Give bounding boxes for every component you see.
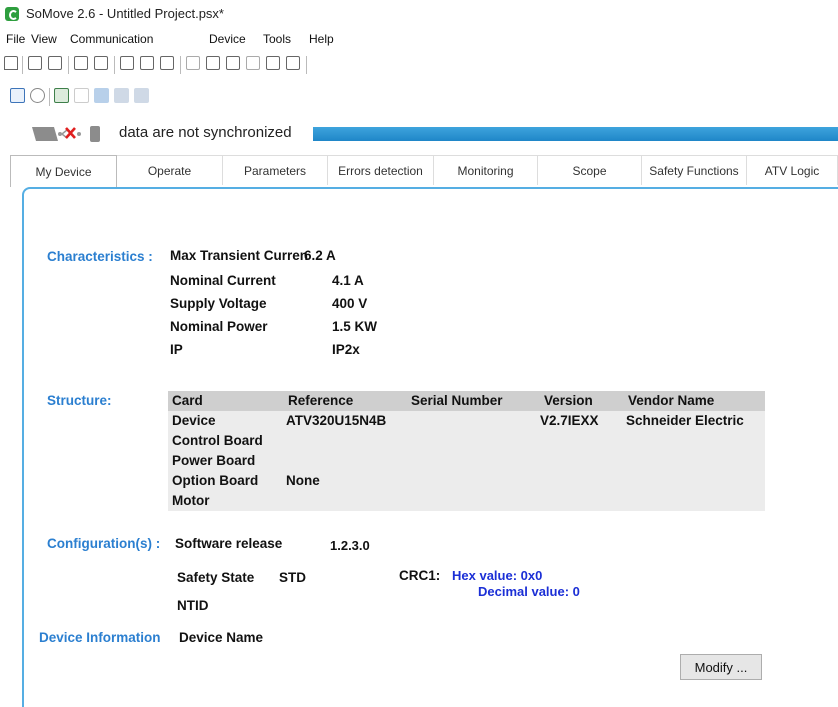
char-value: 6.2 A xyxy=(304,248,336,263)
char-value: 1.5 KW xyxy=(332,319,378,334)
table-cell: Control Board xyxy=(172,433,263,448)
modify-button[interactable]: Modify ... xyxy=(680,654,762,680)
page-setup-icon[interactable] xyxy=(140,56,154,70)
crc1-hex-value: Hex value: 0x0 xyxy=(452,568,543,583)
window-title: SoMove 2.6 - Untitled Project.psx* xyxy=(26,6,224,21)
tab-strip: My Device Operate Parameters Errors dete… xyxy=(10,155,838,187)
table-cell: Option Board xyxy=(172,473,259,488)
tab-parameters[interactable]: Parameters xyxy=(223,155,328,185)
char-name: Max Transient Curren xyxy=(170,248,309,263)
menu-help[interactable]: Help xyxy=(309,32,334,46)
up-arrow-icon[interactable] xyxy=(94,88,109,103)
column-header: Reference xyxy=(288,393,354,408)
toolbar-separator xyxy=(68,56,69,74)
configuration-label: Configuration(s) : xyxy=(47,536,161,551)
save-as-icon[interactable] xyxy=(94,56,108,70)
tab-safety-functions[interactable]: Safety Functions xyxy=(642,155,747,185)
load-from-device-icon[interactable] xyxy=(266,56,280,70)
tab-scope[interactable]: Scope xyxy=(538,155,642,185)
menu-view[interactable]: View xyxy=(31,32,57,46)
structure-label: Structure: xyxy=(47,393,112,408)
software-release-value: 1.2.3.0 xyxy=(330,538,370,553)
toolbar-separator xyxy=(306,56,307,74)
char-value: 4.1 A xyxy=(332,273,364,288)
home-icon[interactable] xyxy=(4,56,18,70)
tab-operate[interactable]: Operate xyxy=(117,155,223,185)
table-row: Motor xyxy=(168,491,765,511)
help-icon[interactable] xyxy=(30,88,45,103)
print-preview-icon[interactable] xyxy=(120,56,134,70)
char-value: 400 V xyxy=(332,296,368,311)
column-header: Version xyxy=(544,393,593,408)
new-file-icon[interactable] xyxy=(28,56,42,70)
crc1-decimal-value: Decimal value: 0 xyxy=(478,584,580,599)
structure-header-row: Card Reference Serial Number Version Ven… xyxy=(168,391,765,411)
disconnected-icon xyxy=(32,126,100,142)
save-icon[interactable] xyxy=(74,56,88,70)
table-row: Option Board None xyxy=(168,471,765,491)
table-cell: ATV320U15N4B xyxy=(286,413,387,428)
window-icon[interactable] xyxy=(74,88,89,103)
title-bar: SoMove 2.6 - Untitled Project.psx* xyxy=(0,0,838,30)
software-release-label: Software release xyxy=(175,536,283,551)
table-cell: Power Board xyxy=(172,453,256,468)
toolbar-separator xyxy=(114,56,115,74)
connection-status-bar: data are not synchronized xyxy=(0,120,838,148)
export-icon[interactable] xyxy=(134,88,149,103)
char-name: Supply Voltage xyxy=(170,296,267,311)
print-icon[interactable] xyxy=(160,56,174,70)
tab-monitoring[interactable]: Monitoring xyxy=(434,155,538,185)
disconnect-icon[interactable] xyxy=(226,56,240,70)
sync-progress-bar xyxy=(313,127,838,141)
menu-device[interactable]: Device xyxy=(209,32,246,46)
toolbar-separator xyxy=(180,56,181,74)
sync-status-text: data are not synchronized xyxy=(119,124,292,141)
column-header: Card xyxy=(172,393,203,408)
menu-communication[interactable]: Communication xyxy=(70,32,153,46)
crc1-label: CRC1: xyxy=(399,568,441,583)
safety-state-label: Safety State xyxy=(177,570,255,585)
safety-state-value: STD xyxy=(279,570,306,585)
tab-errors-detection[interactable]: Errors detection xyxy=(328,155,434,185)
store-to-device-icon[interactable] xyxy=(286,56,300,70)
ntid-label: NTID xyxy=(177,598,209,613)
tab-my-device[interactable]: My Device xyxy=(10,155,117,187)
char-value: IP2x xyxy=(332,342,360,357)
menu-file[interactable]: File xyxy=(6,32,25,46)
toolbar-separator xyxy=(49,88,50,106)
table-cell: Schneider Electric xyxy=(626,413,744,428)
column-header: Vendor Name xyxy=(628,393,715,408)
toolbar-separator xyxy=(22,56,23,74)
layout-icon[interactable] xyxy=(114,88,129,103)
settings-icon[interactable] xyxy=(10,88,25,103)
table-cell: Motor xyxy=(172,493,210,508)
device-name-label: Device Name xyxy=(179,630,264,645)
open-folder-icon[interactable] xyxy=(48,56,62,70)
connect-icon[interactable] xyxy=(206,56,220,70)
offline-icon[interactable] xyxy=(246,56,260,70)
scan-network-icon[interactable] xyxy=(186,56,200,70)
characteristics-label: Characteristics : xyxy=(47,249,153,264)
somove-app-icon xyxy=(5,7,19,21)
char-name: Nominal Power xyxy=(170,319,268,334)
table-cell: Device xyxy=(172,413,216,428)
table-cell: V2.7IEXX xyxy=(540,413,599,428)
table-row: Control Board xyxy=(168,431,765,451)
char-name: IP xyxy=(170,342,183,357)
column-header: Serial Number xyxy=(411,393,503,408)
table-cell: None xyxy=(286,473,320,488)
device-view-icon[interactable] xyxy=(54,88,69,103)
char-name: Nominal Current xyxy=(170,273,276,288)
table-row: Power Board xyxy=(168,451,765,471)
tab-atv-logic[interactable]: ATV Logic xyxy=(747,155,838,185)
device-information-label: Device Information xyxy=(39,630,161,645)
menu-tools[interactable]: Tools xyxy=(263,32,291,46)
table-row: Device ATV320U15N4B V2.7IEXX Schneider E… xyxy=(168,411,765,431)
